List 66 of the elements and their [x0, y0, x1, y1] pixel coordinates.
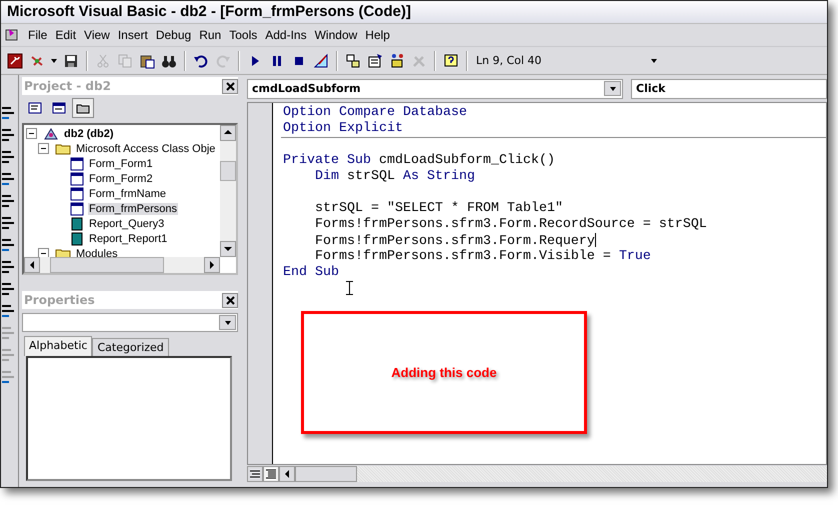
- ibeam-cursor-icon: [346, 281, 353, 295]
- menu-item[interactable]: File: [24, 27, 52, 43]
- menu-item[interactable]: Add-Ins: [261, 27, 311, 43]
- object-dropdown[interactable]: [22, 313, 238, 332]
- close-icon[interactable]: [222, 292, 238, 308]
- collapse-icon[interactable]: [26, 128, 37, 139]
- panel-title: Properties: [23, 293, 95, 307]
- lines-icon: [265, 469, 277, 479]
- menu-item[interactable]: Window: [310, 27, 362, 43]
- menu-item[interactable]: View: [80, 27, 114, 43]
- panel-title: Project - db2: [23, 79, 111, 93]
- tree-item[interactable]: Microsoft Access Class Obje: [75, 142, 216, 154]
- form-icon: [70, 202, 84, 216]
- toolbar-options-caret-icon[interactable]: [651, 58, 657, 62]
- vba-app-icon[interactable]: [4, 27, 20, 43]
- menu-item[interactable]: Tools: [225, 27, 262, 43]
- form-icon: [70, 186, 84, 200]
- tree-item[interactable]: Report_Query3: [88, 218, 166, 230]
- folder-icon: [55, 142, 71, 155]
- full-module-view-button[interactable]: [263, 466, 279, 482]
- code-page-icon: [28, 102, 42, 114]
- form-icon: [70, 156, 84, 170]
- menu-item[interactable]: Help: [361, 27, 394, 43]
- horizontal-scrollbar[interactable]: [24, 257, 220, 273]
- window-title: Microsoft Visual Basic - db2 - [Form_frmPersons (Code)]: [1, 1, 827, 24]
- procedure-dropdown[interactable]: Click: [631, 79, 827, 99]
- tree-item[interactable]: Form_frmPersons: [88, 202, 178, 214]
- code-line: Dim strSQL As String: [314, 169, 475, 184]
- code-line: Forms!frmPersons.sfrm3.Form.Requery: [314, 234, 596, 249]
- code-line: Option Explicit: [283, 121, 403, 136]
- menu-item[interactable]: Debug: [152, 27, 196, 43]
- tab[interactable]: Alphabetic: [24, 336, 92, 356]
- code-line: Forms!frmPersons.sfrm3.Form.RecordSource = strSQL: [314, 217, 707, 232]
- form-window-icon: [52, 102, 66, 114]
- code-line: Private Sub cmdLoadSubform_Click(): [283, 153, 555, 168]
- cursor-position: Ln 9, Col 40: [475, 54, 543, 67]
- lines-icon: [249, 469, 261, 479]
- project-icon: [43, 126, 59, 140]
- menu-item[interactable]: Insert: [114, 27, 152, 43]
- horizontal-scrollbar[interactable]: [279, 466, 827, 482]
- close-icon[interactable]: [222, 78, 238, 94]
- vertical-scrollbar[interactable]: [220, 125, 236, 257]
- menu-item[interactable]: Edit: [51, 27, 80, 43]
- folder-icon: [76, 102, 90, 114]
- procedure-view-button[interactable]: [247, 466, 263, 482]
- tree-item[interactable]: Modules: [75, 248, 119, 260]
- tab[interactable]: Categorized: [92, 338, 169, 356]
- toggle-folders-button[interactable]: [72, 98, 94, 118]
- menu-item[interactable]: Run: [195, 27, 226, 43]
- code-line: End Sub: [283, 265, 339, 280]
- report-icon: [70, 232, 84, 246]
- code-line: strSQL = "SELECT * FROM Table1": [314, 201, 563, 216]
- tree-item[interactable]: Form_frmName: [88, 188, 168, 200]
- tree-item[interactable]: db2 (db2): [63, 128, 114, 140]
- object-dropdown[interactable]: cmdLoadSubform: [247, 79, 623, 99]
- form-icon: [70, 172, 84, 186]
- report-icon: [70, 216, 84, 230]
- tree-item[interactable]: Form_Form1: [88, 158, 154, 170]
- code-line: Forms!frmPersons.sfrm3.Form.Visible = True: [314, 249, 651, 264]
- annotation-text: Adding this code: [391, 365, 497, 380]
- code-line: Option Compare Database: [283, 105, 467, 120]
- tree-item[interactable]: Form_Form2: [88, 172, 154, 184]
- tree-item[interactable]: Report_Report1: [88, 232, 168, 244]
- text-caret: [594, 233, 596, 247]
- dropdown-caret-icon[interactable]: [51, 58, 57, 62]
- collapse-icon[interactable]: [38, 143, 49, 154]
